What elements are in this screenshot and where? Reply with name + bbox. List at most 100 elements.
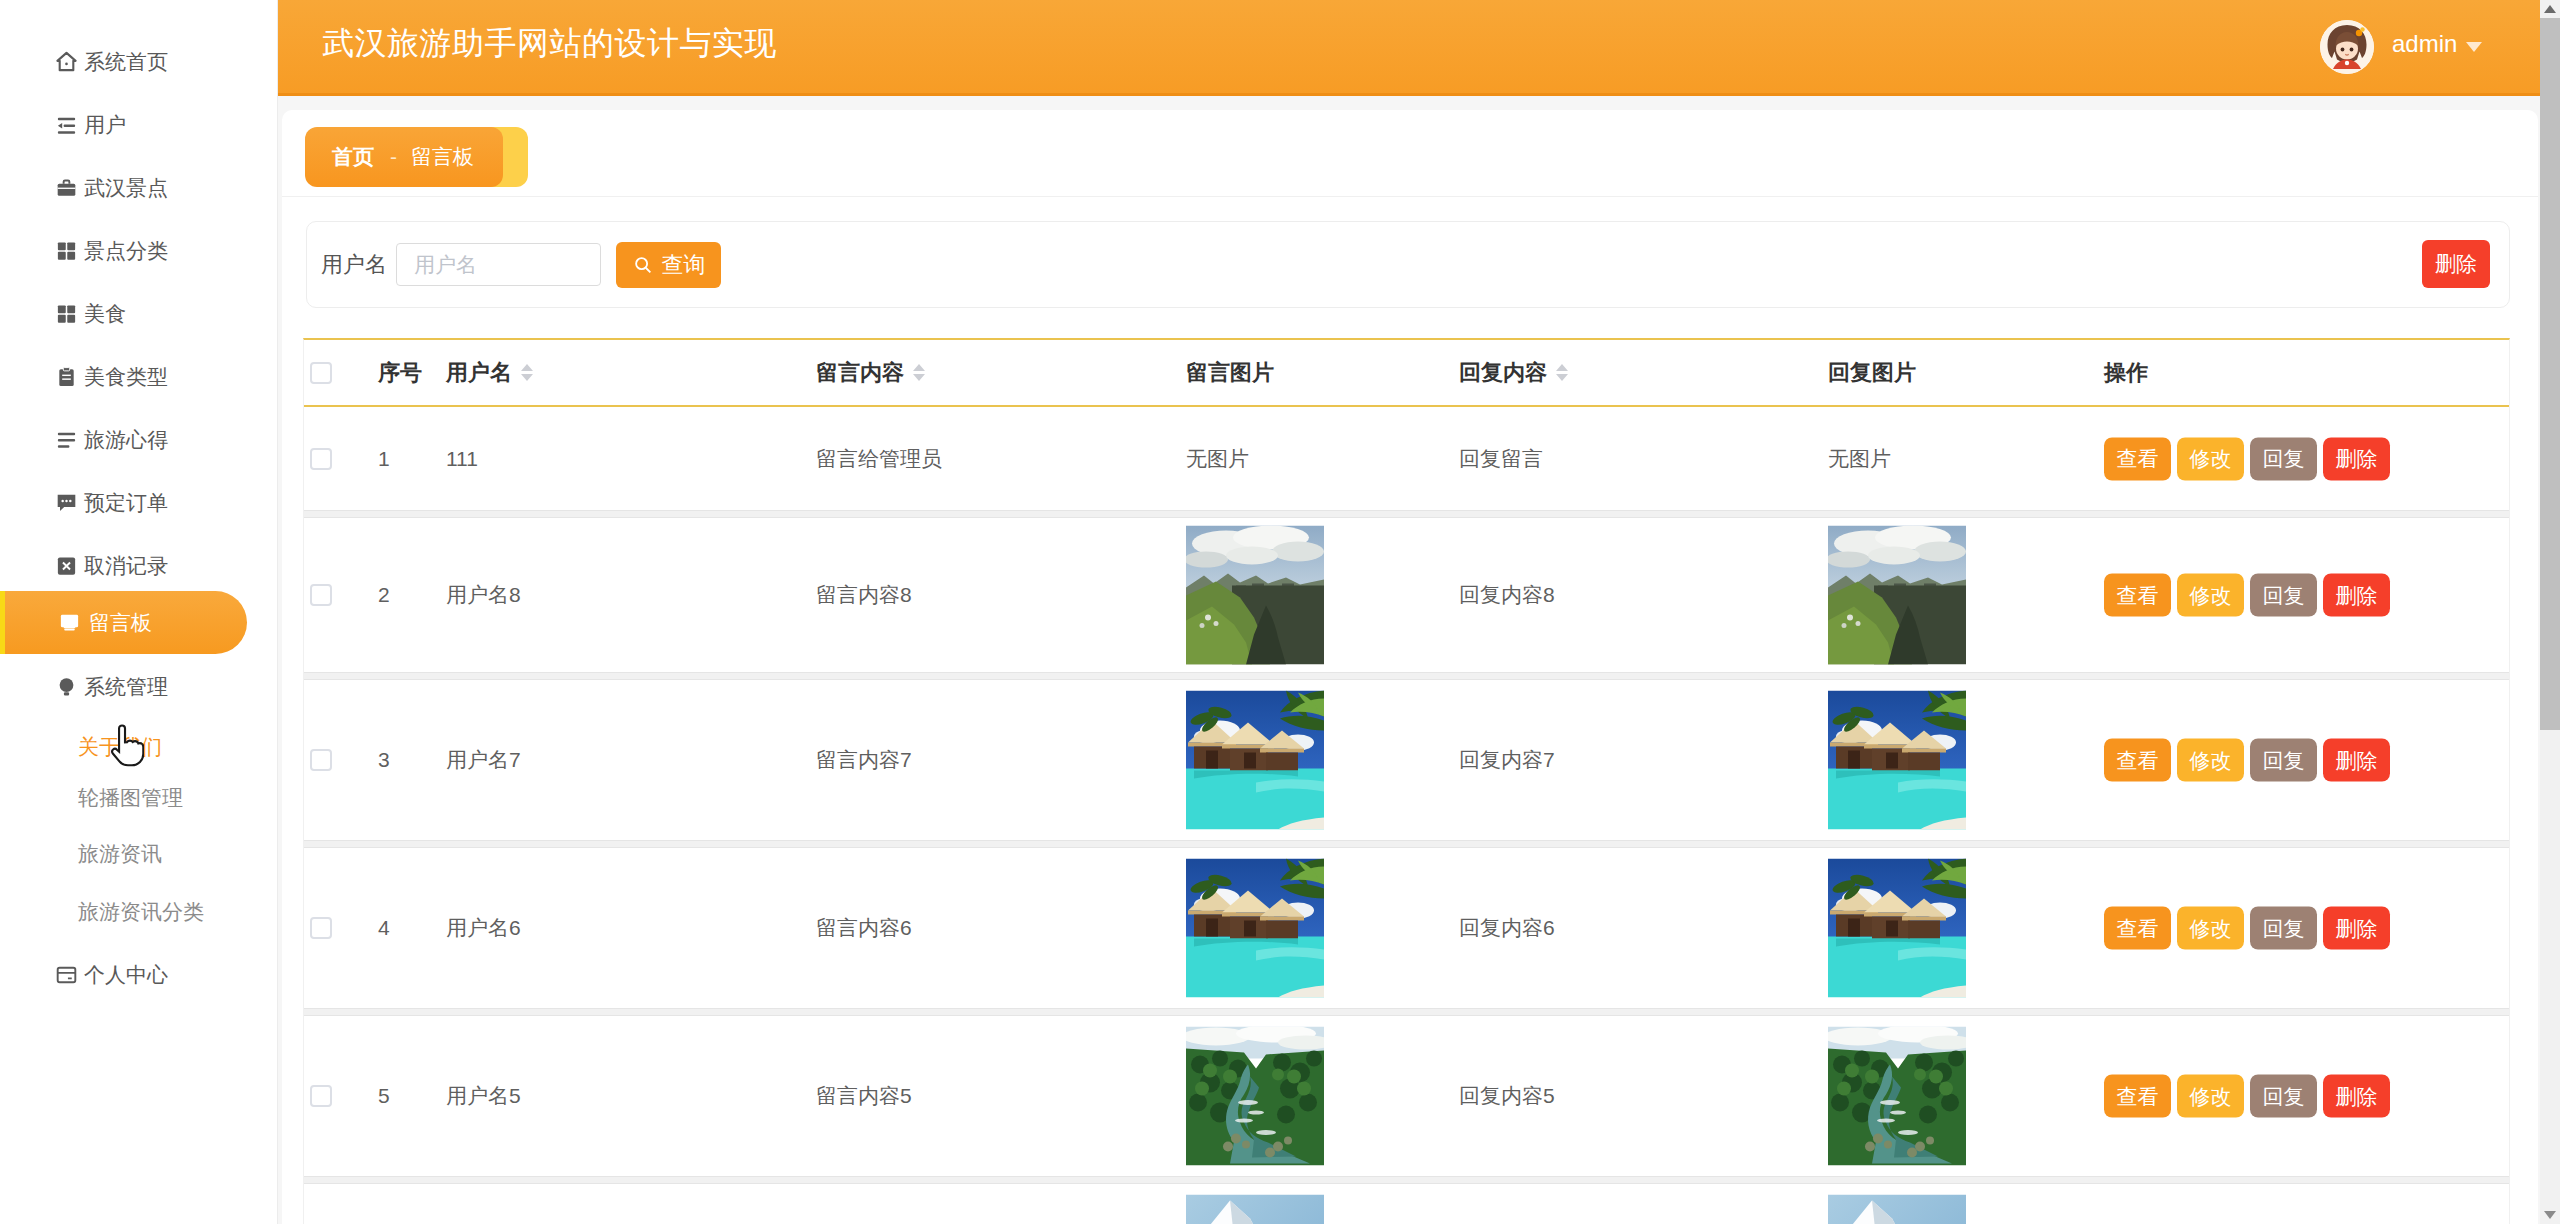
sidebar-item-users[interactable]: 用户 bbox=[0, 93, 278, 156]
reply-button[interactable]: 回复 bbox=[2250, 574, 2317, 617]
sidebar-item-home[interactable]: 系统首页 bbox=[0, 30, 278, 93]
message-image[interactable] bbox=[1186, 526, 1324, 665]
list-icon bbox=[55, 113, 78, 136]
table-row: 6 查看 修改 回复 删除 bbox=[304, 1184, 2509, 1224]
message-image[interactable] bbox=[1186, 859, 1324, 998]
breadcrumb-divider bbox=[282, 196, 2538, 197]
reply-button[interactable]: 回复 bbox=[2250, 1075, 2317, 1118]
cell-index: 1 bbox=[378, 447, 390, 471]
clipboard-icon bbox=[55, 365, 78, 388]
username[interactable]: admin bbox=[2392, 30, 2457, 58]
col-header-content[interactable]: 留言内容 bbox=[816, 358, 925, 388]
sidebar-item-cancel-records[interactable]: 取消记录 bbox=[0, 534, 278, 597]
cell-username: 用户名8 bbox=[446, 581, 521, 609]
sidebar-item-carousel-management[interactable]: 轮播图管理 bbox=[78, 770, 183, 826]
comment-icon bbox=[55, 491, 78, 514]
lines-icon bbox=[55, 428, 78, 451]
row-actions: 查看 修改 回复 删除 bbox=[2104, 739, 2390, 782]
edit-button[interactable]: 修改 bbox=[2177, 574, 2244, 617]
top-header: 武汉旅游助手网站的设计与实现 admin bbox=[278, 0, 2540, 96]
breadcrumb-current: 留言板 bbox=[411, 143, 474, 171]
query-button[interactable]: 查询 bbox=[616, 242, 721, 288]
message-image[interactable] bbox=[1186, 691, 1324, 830]
view-button[interactable]: 查看 bbox=[2104, 739, 2171, 782]
edit-button[interactable]: 修改 bbox=[2177, 437, 2244, 480]
delete-button[interactable]: 删除 bbox=[2323, 574, 2390, 617]
cell-username: 111 bbox=[446, 447, 478, 471]
select-all-checkbox[interactable] bbox=[310, 362, 332, 384]
sidebar-item-profile[interactable]: 个人中心 bbox=[0, 943, 278, 1006]
cell-content: 留言内容8 bbox=[816, 581, 912, 609]
grid-icon bbox=[55, 302, 78, 325]
sort-icons[interactable] bbox=[521, 364, 533, 381]
edit-button[interactable]: 修改 bbox=[2177, 907, 2244, 950]
reply-button[interactable]: 回复 bbox=[2250, 907, 2317, 950]
edit-button[interactable]: 修改 bbox=[2177, 739, 2244, 782]
col-header-username[interactable]: 用户名 bbox=[446, 358, 533, 388]
view-button[interactable]: 查看 bbox=[2104, 1075, 2171, 1118]
avatar-illustration bbox=[2320, 20, 2374, 74]
sort-icons[interactable] bbox=[1556, 364, 1568, 381]
sidebar-item-attraction-category[interactable]: 景点分类 bbox=[0, 219, 278, 282]
sidebar-item-message-board[interactable]: 留言板 bbox=[5, 591, 247, 654]
row-actions: 查看 修改 回复 删除 bbox=[2104, 1075, 2390, 1118]
message-table: 序号 用户名 留言内容 留言图片 回复内容 回复图片 操作 1111留言给管理员… bbox=[303, 338, 2510, 1224]
reply-button[interactable]: 回复 bbox=[2250, 739, 2317, 782]
delete-button[interactable]: 删除 bbox=[2323, 1075, 2390, 1118]
cell-content: 留言内容6 bbox=[816, 914, 912, 942]
search-field-label: 用户名 bbox=[321, 250, 387, 280]
cell-no-reply-image: 无图片 bbox=[1828, 445, 1891, 473]
delete-button[interactable]: 删除 bbox=[2323, 907, 2390, 950]
scrollbar[interactable] bbox=[2540, 0, 2560, 1224]
scroll-down-arrow[interactable] bbox=[2544, 1211, 2556, 1219]
query-button-label: 查询 bbox=[662, 250, 706, 280]
row-checkbox[interactable] bbox=[310, 749, 332, 771]
sidebar-item-food-type[interactable]: 美食类型 bbox=[0, 345, 278, 408]
reply-image[interactable] bbox=[1828, 1195, 1966, 1224]
table-row: 5用户名5留言内容5 回复内容5 查看 修改 回复 删除 bbox=[304, 1016, 2509, 1176]
view-button[interactable]: 查看 bbox=[2104, 437, 2171, 480]
reply-image[interactable] bbox=[1828, 526, 1966, 665]
search-input[interactable] bbox=[396, 243, 601, 286]
row-actions: 查看 修改 回复 删除 bbox=[2104, 574, 2390, 617]
delete-selected-button[interactable]: 删除 bbox=[2422, 240, 2490, 288]
row-checkbox[interactable] bbox=[310, 917, 332, 939]
sidebar-item-travel-news-category[interactable]: 旅游资讯分类 bbox=[78, 884, 204, 940]
sort-icons[interactable] bbox=[913, 364, 925, 381]
search-icon bbox=[632, 254, 654, 276]
view-button[interactable]: 查看 bbox=[2104, 907, 2171, 950]
message-image[interactable] bbox=[1186, 1027, 1324, 1166]
reply-image[interactable] bbox=[1828, 691, 1966, 830]
home-icon bbox=[55, 50, 78, 73]
reply-image[interactable] bbox=[1828, 859, 1966, 998]
col-header-reply[interactable]: 回复内容 bbox=[1459, 358, 1568, 388]
row-checkbox[interactable] bbox=[310, 1085, 332, 1107]
chevron-down-icon[interactable] bbox=[2466, 42, 2482, 52]
delete-button[interactable]: 删除 bbox=[2323, 739, 2390, 782]
sidebar-item-travel-news[interactable]: 旅游资讯 bbox=[78, 826, 162, 882]
sidebar-item-attractions[interactable]: 武汉景点 bbox=[0, 156, 278, 219]
sidebar-item-food[interactable]: 美食 bbox=[0, 282, 278, 345]
breadcrumb-home[interactable]: 首页 bbox=[332, 143, 374, 171]
table-row: 2用户名8留言内容8 回复内容8 查看 修改 回复 删除 bbox=[304, 518, 2509, 672]
reply-button[interactable]: 回复 bbox=[2250, 437, 2317, 480]
row-actions: 查看 修改 回复 删除 bbox=[2104, 907, 2390, 950]
avatar[interactable] bbox=[2320, 20, 2374, 74]
scroll-up-arrow[interactable] bbox=[2544, 5, 2556, 13]
cell-content: 留言给管理员 bbox=[816, 445, 942, 473]
message-board-icon bbox=[58, 611, 81, 634]
sidebar-item-travel-notes[interactable]: 旅游心得 bbox=[0, 408, 278, 471]
reply-image[interactable] bbox=[1828, 1027, 1966, 1166]
row-checkbox[interactable] bbox=[310, 448, 332, 470]
message-image[interactable] bbox=[1186, 1195, 1324, 1224]
sidebar-item-orders[interactable]: 预定订单 bbox=[0, 471, 278, 534]
scrollbar-thumb[interactable] bbox=[2540, 18, 2560, 730]
sidebar-item-system-management[interactable]: 系统管理 bbox=[0, 655, 278, 718]
row-checkbox[interactable] bbox=[310, 584, 332, 606]
row-gap bbox=[304, 1008, 2509, 1016]
edit-button[interactable]: 修改 bbox=[2177, 1075, 2244, 1118]
row-actions: 查看 修改 回复 删除 bbox=[2104, 437, 2390, 480]
card-icon bbox=[55, 963, 78, 986]
view-button[interactable]: 查看 bbox=[2104, 574, 2171, 617]
delete-button[interactable]: 删除 bbox=[2323, 437, 2390, 480]
